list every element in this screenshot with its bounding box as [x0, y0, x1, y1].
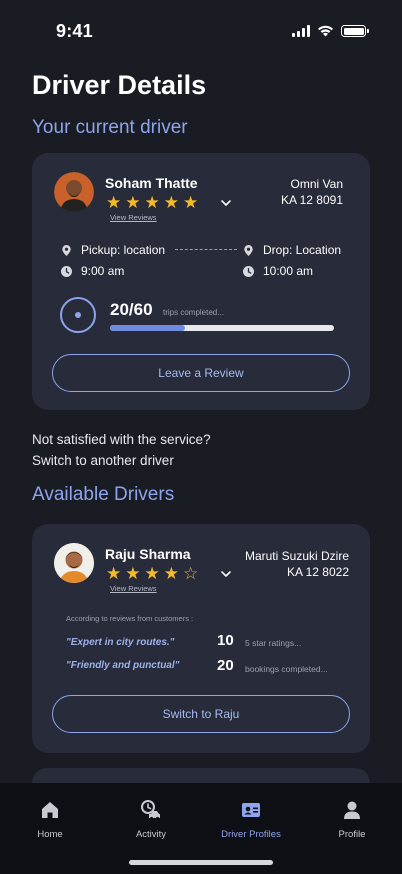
leave-review-button[interactable]: Leave a Review — [52, 354, 350, 392]
drop-time: 10:00 am — [263, 264, 314, 278]
view-reviews-link[interactable]: View Reviews — [110, 584, 157, 593]
review-quote: "Friendly and punctual" — [66, 660, 180, 671]
switch-prompt-question: Not satisfied with the service? — [32, 432, 211, 447]
available-driver-card: Raju Sharma ★ ★ ★ ★ ☆ View Reviews Maruti Su… — [32, 524, 370, 753]
home-indicator — [129, 860, 273, 865]
trips-completed-label: trips completed... — [163, 308, 224, 317]
trip-progress-bar — [110, 325, 334, 331]
five-star-label: 5 star ratings... — [245, 638, 302, 648]
tab-home[interactable]: Home — [5, 799, 95, 840]
status-bar: 9:41 — [0, 0, 402, 60]
route-divider — [175, 249, 237, 250]
star-filled-icon: ★ — [144, 564, 160, 583]
current-driver-rating: ★ ★ ★ ★ ★ — [106, 194, 198, 211]
bookings-count: 20 — [217, 657, 234, 674]
pickup-time-row: 9:00 am — [60, 264, 124, 278]
view-reviews-link[interactable]: View Reviews — [110, 213, 157, 222]
tab-label: Driver Profiles — [221, 829, 281, 840]
clock-icon — [61, 265, 72, 277]
current-driver-section-title: Your current driver — [32, 117, 188, 138]
vehicle-model: Maruti Suzuki Dzire — [244, 549, 349, 563]
tab-profile[interactable]: Profile — [307, 799, 397, 840]
pickup-location: Pickup: location — [81, 243, 166, 257]
person-icon — [344, 801, 360, 819]
drop-location: Drop: Location — [263, 243, 342, 257]
vehicle-plate: KA 12 8022 — [286, 565, 349, 579]
tab-label: Profile — [338, 829, 366, 840]
star-filled-icon: ★ — [125, 564, 141, 583]
trip-progress-fill — [110, 325, 185, 331]
chevron-down-icon[interactable] — [220, 568, 232, 580]
current-driver-card: Soham Thatte ★ ★ ★ ★ ★ View Reviews Omni Van… — [32, 153, 370, 410]
tab-driver-profiles[interactable]: Driver Profiles — [206, 799, 296, 840]
location-pin-icon — [62, 244, 71, 256]
driver-avatar-image — [54, 543, 94, 583]
trips-completed-count: 20/60 — [110, 300, 153, 319]
star-filled-icon: ★ — [144, 193, 160, 212]
five-star-count: 10 — [217, 632, 234, 649]
vehicle-plate: KA 12 8091 — [280, 193, 343, 207]
bookings-label: bookings completed... — [245, 664, 328, 674]
home-icon — [42, 802, 58, 818]
reviews-note: According to reviews from customers : — [66, 614, 194, 623]
vehicle-model: Omni Van — [290, 177, 343, 191]
page-title: Driver Details — [32, 70, 207, 100]
star-filled-icon: ★ — [183, 193, 199, 212]
switch-prompt-hint: Switch to another driver — [32, 453, 174, 468]
current-vehicle-info: Omni Van KA 12 8091 — [281, 176, 343, 208]
cellular-signal-icon — [292, 25, 310, 37]
driver-id-card-icon — [242, 803, 260, 817]
star-empty-icon: ☆ — [183, 564, 199, 583]
tab-label: Activity — [135, 829, 167, 840]
drop-time-row: 10:00 am — [242, 264, 313, 278]
chevron-down-icon[interactable] — [220, 197, 232, 209]
star-filled-icon: ★ — [163, 564, 179, 583]
drop-row: Drop: Location — [242, 243, 341, 257]
star-filled-icon: ★ — [106, 193, 122, 212]
driver-avatar[interactable] — [54, 172, 94, 212]
star-filled-icon: ★ — [163, 193, 179, 212]
clock-icon — [243, 265, 254, 277]
pickup-row: Pickup: location — [60, 243, 165, 257]
switch-driver-button[interactable]: Switch to Raju — [52, 695, 350, 733]
status-time: 9:41 — [56, 21, 93, 41]
tab-activity[interactable]: Activity — [106, 799, 196, 840]
current-driver-name: Soham Thatte — [105, 175, 198, 191]
wifi-icon — [318, 25, 333, 37]
location-pin-icon — [244, 244, 253, 256]
star-filled-icon: ★ — [125, 193, 141, 212]
available-drivers-section-title: Available Drivers — [32, 484, 175, 505]
status-icons — [292, 25, 369, 37]
available-driver-name: Raju Sharma — [105, 546, 191, 562]
driver-avatar[interactable] — [54, 543, 94, 583]
star-filled-icon: ★ — [106, 564, 122, 583]
activity-icon — [141, 800, 160, 821]
tab-label: Home — [37, 829, 63, 840]
pickup-time: 9:00 am — [81, 264, 125, 278]
review-quote: "Expert in city routes." — [66, 637, 175, 648]
trip-progress-ring-icon — [60, 297, 96, 333]
driver-avatar-image — [54, 172, 94, 212]
available-vehicle-info: Maruti Suzuki Dzire KA 12 8022 — [245, 548, 349, 580]
available-driver-rating: ★ ★ ★ ★ ☆ — [106, 565, 198, 582]
battery-icon — [341, 25, 369, 37]
